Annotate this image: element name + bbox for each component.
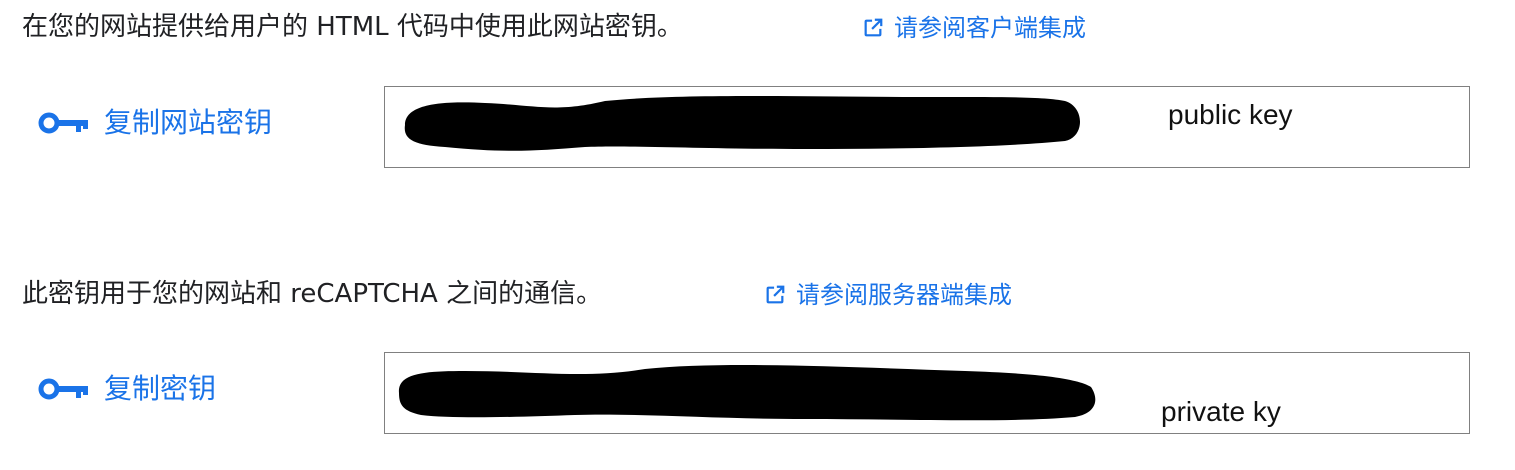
client-integration-link-label: 请参阅客户端集成 — [894, 14, 1086, 42]
site-key-annotation: public key — [1168, 99, 1293, 130]
key-icon — [38, 377, 90, 401]
open-in-new-icon — [862, 17, 884, 39]
copy-site-key-button[interactable]: 复制网站密钥 — [38, 104, 272, 142]
open-in-new-icon — [764, 284, 786, 306]
secret-key-redaction — [398, 365, 1096, 421]
secret-key-description: 此密钥用于您的网站和 reCAPTCHA 之间的通信。 — [22, 279, 603, 309]
server-integration-link[interactable]: 请参阅服务器端集成 — [764, 278, 1012, 312]
secret-key-annotation: private ky — [1161, 396, 1281, 427]
key-icon — [38, 111, 90, 135]
site-key-description: 在您的网站提供给用户的 HTML 代码中使用此网站密钥。 — [22, 12, 683, 42]
copy-site-key-label: 复制网站密钥 — [104, 106, 273, 139]
copy-secret-key-label: 复制密钥 — [104, 372, 217, 405]
copy-secret-key-button[interactable]: 复制密钥 — [38, 370, 216, 408]
site-key-redaction — [404, 96, 1080, 151]
server-integration-link-label: 请参阅服务器端集成 — [796, 281, 1012, 309]
site-key-box[interactable]: public key — [384, 86, 1470, 168]
client-integration-link[interactable]: 请参阅客户端集成 — [862, 11, 1086, 45]
secret-key-box[interactable]: private ky — [384, 352, 1470, 434]
